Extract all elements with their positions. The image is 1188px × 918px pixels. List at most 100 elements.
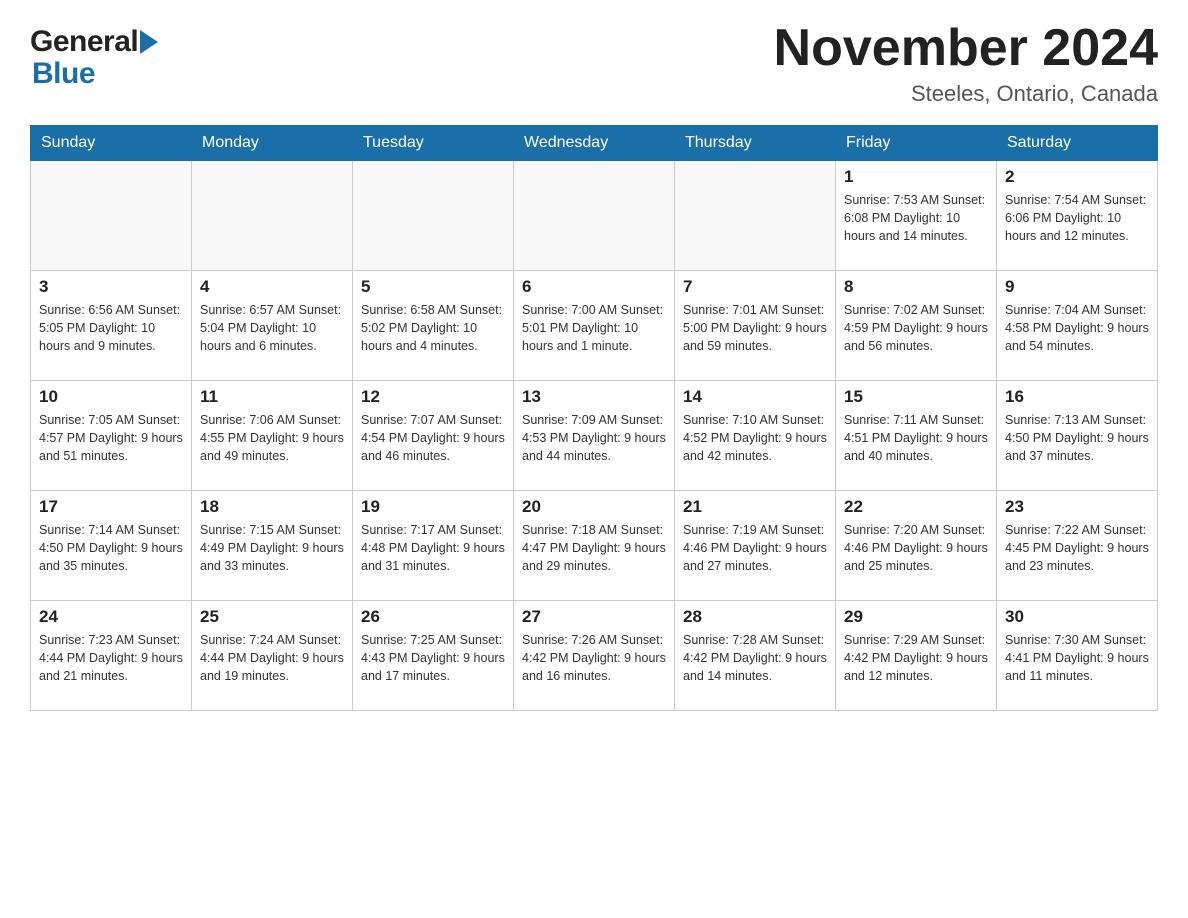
day-number: 13 — [522, 387, 666, 407]
day-number: 21 — [683, 497, 827, 517]
calendar-cell: 27 Sunrise: 7:26 AM Sunset: 4:42 PM Dayli… — [514, 601, 675, 711]
calendar-cell: 24Sunrise: 7:23 AM Sunset: 4:44 PM Dayli… — [31, 601, 192, 711]
calendar-header-row: SundayMondayTuesdayWednesdayThursdayFrid… — [31, 126, 1158, 161]
day-info: Sunrise: 7:13 AM Sunset: 4:50 PM Dayligh… — [1005, 411, 1149, 465]
day-info: Sunrise: 7:07 AM Sunset: 4:54 PM Dayligh… — [361, 411, 505, 465]
column-header-tuesday: Tuesday — [353, 126, 514, 161]
day-info: Sunrise: 7:15 AM Sunset: 4:49 PM Dayligh… — [200, 521, 344, 575]
calendar-cell: 2 Sunrise: 7:54 AM Sunset: 6:06 PM Daylig… — [997, 161, 1158, 271]
calendar-cell: 19 Sunrise: 7:17 AM Sunset: 4:48 PM Dayli… — [353, 491, 514, 601]
calendar-cell: 26Sunrise: 7:25 AM Sunset: 4:43 PM Dayli… — [353, 601, 514, 711]
calendar-cell: 16 Sunrise: 7:13 AM Sunset: 4:50 PM Dayli… — [997, 381, 1158, 491]
day-info: Sunrise: 7:19 AM Sunset: 4:46 PM Dayligh… — [683, 521, 827, 575]
day-info: Sunrise: 7:54 AM Sunset: 6:06 PM Dayligh… — [1005, 191, 1149, 245]
day-info: Sunrise: 7:17 AM Sunset: 4:48 PM Dayligh… — [361, 521, 505, 575]
day-info: Sunrise: 7:05 AM Sunset: 4:57 PM Dayligh… — [39, 411, 183, 465]
calendar-cell: 8 Sunrise: 7:02 AM Sunset: 4:59 PM Daylig… — [836, 271, 997, 381]
day-number: 25 — [200, 607, 344, 627]
calendar-week-row: 24Sunrise: 7:23 AM Sunset: 4:44 PM Dayli… — [31, 601, 1158, 711]
day-number: 20 — [522, 497, 666, 517]
day-info: Sunrise: 7:01 AM Sunset: 5:00 PM Dayligh… — [683, 301, 827, 355]
day-info: Sunrise: 7:02 AM Sunset: 4:59 PM Dayligh… — [844, 301, 988, 355]
day-number: 1 — [844, 167, 988, 187]
day-number: 9 — [1005, 277, 1149, 297]
calendar-cell: 28 Sunrise: 7:28 AM Sunset: 4:42 PM Dayli… — [675, 601, 836, 711]
day-number: 30 — [1005, 607, 1149, 627]
day-number: 14 — [683, 387, 827, 407]
calendar-table: SundayMondayTuesdayWednesdayThursdayFrid… — [30, 125, 1158, 711]
calendar-cell: 23 Sunrise: 7:22 AM Sunset: 4:45 PM Dayli… — [997, 491, 1158, 601]
day-info: Sunrise: 7:30 AM Sunset: 4:41 PM Dayligh… — [1005, 631, 1149, 685]
column-header-friday: Friday — [836, 126, 997, 161]
day-number: 23 — [1005, 497, 1149, 517]
day-info: Sunrise: 7:22 AM Sunset: 4:45 PM Dayligh… — [1005, 521, 1149, 575]
day-number: 15 — [844, 387, 988, 407]
month-title: November 2024 — [774, 20, 1158, 77]
calendar-week-row: 3 Sunrise: 6:56 AM Sunset: 5:05 PM Daylig… — [31, 271, 1158, 381]
page-header: General Blue November 2024 Steeles, Onta… — [30, 20, 1158, 107]
calendar-cell: 25 Sunrise: 7:24 AM Sunset: 4:44 PM Dayli… — [192, 601, 353, 711]
day-info: Sunrise: 7:06 AM Sunset: 4:55 PM Dayligh… — [200, 411, 344, 465]
logo-top: General — [30, 25, 158, 59]
calendar-cell: 1 Sunrise: 7:53 AM Sunset: 6:08 PM Daylig… — [836, 161, 997, 271]
day-number: 11 — [200, 387, 344, 407]
day-number: 16 — [1005, 387, 1149, 407]
calendar-week-row: 17Sunrise: 7:14 AM Sunset: 4:50 PM Dayli… — [31, 491, 1158, 601]
column-header-thursday: Thursday — [675, 126, 836, 161]
day-info: Sunrise: 7:26 AM Sunset: 4:42 PM Dayligh… — [522, 631, 666, 685]
day-info: Sunrise: 7:29 AM Sunset: 4:42 PM Dayligh… — [844, 631, 988, 685]
calendar-cell: 12 Sunrise: 7:07 AM Sunset: 4:54 PM Dayli… — [353, 381, 514, 491]
logo-general-text: General — [30, 25, 138, 59]
calendar-cell: 20 Sunrise: 7:18 AM Sunset: 4:47 PM Dayli… — [514, 491, 675, 601]
calendar-cell: 4Sunrise: 6:57 AM Sunset: 5:04 PM Daylig… — [192, 271, 353, 381]
day-number: 24 — [39, 607, 183, 627]
day-number: 6 — [522, 277, 666, 297]
calendar-cell: 14 Sunrise: 7:10 AM Sunset: 4:52 PM Dayli… — [675, 381, 836, 491]
day-info: Sunrise: 6:56 AM Sunset: 5:05 PM Dayligh… — [39, 301, 183, 355]
day-number: 2 — [1005, 167, 1149, 187]
calendar-cell: 5Sunrise: 6:58 AM Sunset: 5:02 PM Daylig… — [353, 271, 514, 381]
calendar-cell — [353, 161, 514, 271]
day-number: 12 — [361, 387, 505, 407]
calendar-cell: 10 Sunrise: 7:05 AM Sunset: 4:57 PM Dayli… — [31, 381, 192, 491]
day-info: Sunrise: 7:24 AM Sunset: 4:44 PM Dayligh… — [200, 631, 344, 685]
calendar-cell: 15 Sunrise: 7:11 AM Sunset: 4:51 PM Dayli… — [836, 381, 997, 491]
location-title: Steeles, Ontario, Canada — [774, 81, 1158, 107]
day-number: 29 — [844, 607, 988, 627]
day-info: Sunrise: 7:00 AM Sunset: 5:01 PM Dayligh… — [522, 301, 666, 355]
logo-triangle-icon — [140, 30, 158, 54]
column-header-saturday: Saturday — [997, 126, 1158, 161]
day-info: Sunrise: 7:53 AM Sunset: 6:08 PM Dayligh… — [844, 191, 988, 245]
calendar-cell — [514, 161, 675, 271]
day-number: 8 — [844, 277, 988, 297]
day-number: 10 — [39, 387, 183, 407]
day-number: 27 — [522, 607, 666, 627]
column-header-monday: Monday — [192, 126, 353, 161]
day-info: Sunrise: 7:28 AM Sunset: 4:42 PM Dayligh… — [683, 631, 827, 685]
day-number: 3 — [39, 277, 183, 297]
calendar-cell: 7 Sunrise: 7:01 AM Sunset: 5:00 PM Daylig… — [675, 271, 836, 381]
calendar-cell — [31, 161, 192, 271]
day-info: Sunrise: 7:11 AM Sunset: 4:51 PM Dayligh… — [844, 411, 988, 465]
day-info: Sunrise: 7:04 AM Sunset: 4:58 PM Dayligh… — [1005, 301, 1149, 355]
calendar-week-row: 1 Sunrise: 7:53 AM Sunset: 6:08 PM Daylig… — [31, 161, 1158, 271]
day-info: Sunrise: 7:20 AM Sunset: 4:46 PM Dayligh… — [844, 521, 988, 575]
column-header-wednesday: Wednesday — [514, 126, 675, 161]
calendar-cell: 17Sunrise: 7:14 AM Sunset: 4:50 PM Dayli… — [31, 491, 192, 601]
day-number: 28 — [683, 607, 827, 627]
day-info: Sunrise: 7:10 AM Sunset: 4:52 PM Dayligh… — [683, 411, 827, 465]
day-info: Sunrise: 7:09 AM Sunset: 4:53 PM Dayligh… — [522, 411, 666, 465]
day-number: 7 — [683, 277, 827, 297]
day-info: Sunrise: 7:14 AM Sunset: 4:50 PM Dayligh… — [39, 521, 183, 575]
day-number: 19 — [361, 497, 505, 517]
logo-area: General Blue — [30, 20, 158, 89]
calendar-cell: 6 Sunrise: 7:00 AM Sunset: 5:01 PM Daylig… — [514, 271, 675, 381]
calendar-cell: 21 Sunrise: 7:19 AM Sunset: 4:46 PM Dayli… — [675, 491, 836, 601]
calendar-cell: 29 Sunrise: 7:29 AM Sunset: 4:42 PM Dayli… — [836, 601, 997, 711]
calendar-cell: 3 Sunrise: 6:56 AM Sunset: 5:05 PM Daylig… — [31, 271, 192, 381]
day-number: 18 — [200, 497, 344, 517]
day-info: Sunrise: 7:18 AM Sunset: 4:47 PM Dayligh… — [522, 521, 666, 575]
calendar-cell: 13 Sunrise: 7:09 AM Sunset: 4:53 PM Dayli… — [514, 381, 675, 491]
calendar-cell: 22Sunrise: 7:20 AM Sunset: 4:46 PM Dayli… — [836, 491, 997, 601]
day-info: Sunrise: 6:58 AM Sunset: 5:02 PM Dayligh… — [361, 301, 505, 355]
